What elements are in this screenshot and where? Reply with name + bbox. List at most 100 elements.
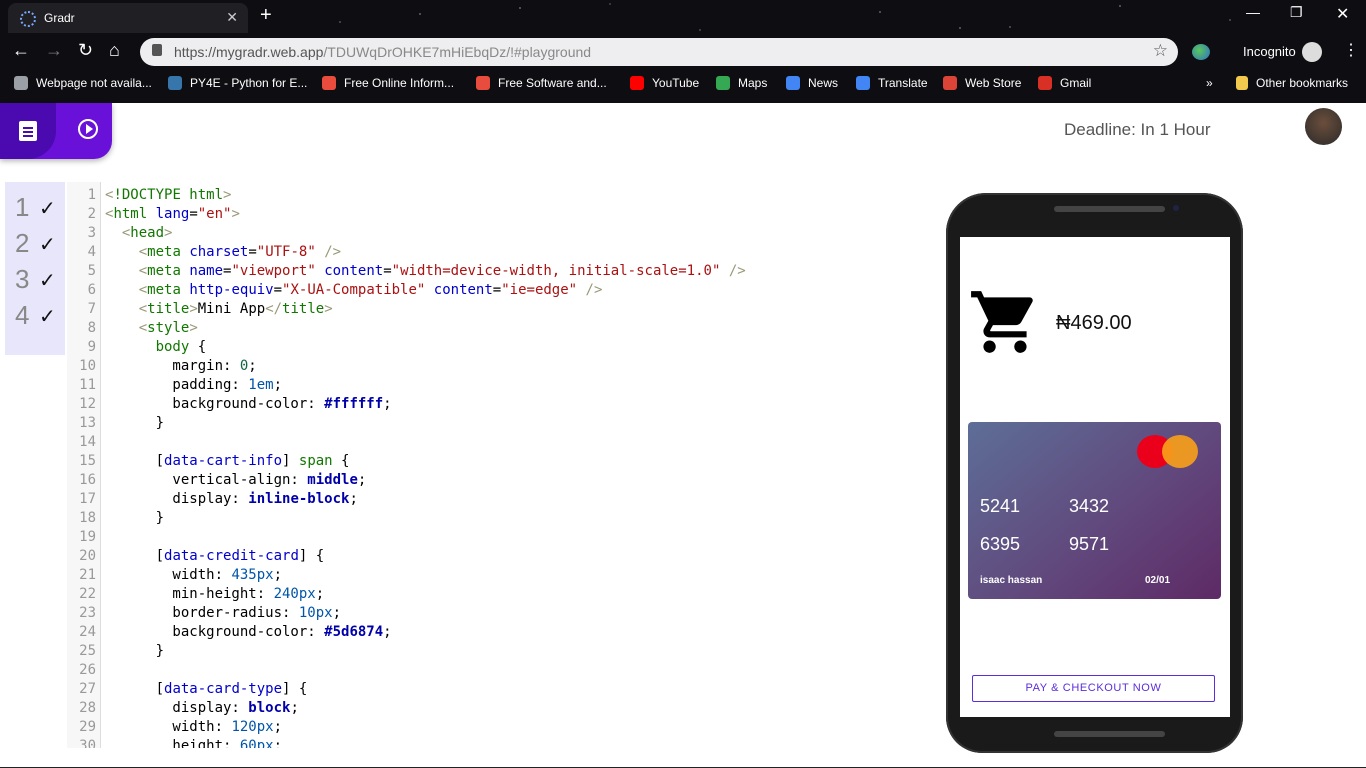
- phone-bottom-speaker: [1054, 731, 1165, 737]
- alison-icon: [476, 76, 490, 90]
- bookmark-item[interactable]: Free Online Inform...: [322, 76, 454, 90]
- tab-title: Gradr: [44, 11, 75, 25]
- line-number: 11: [79, 377, 96, 393]
- line-number: 8: [87, 320, 96, 336]
- line-number: 16: [79, 472, 96, 488]
- gradr-app: Deadline: In 1 Hour 1 ✓ 2 ✓ 3 ✓ 4 ✓ 1 2 3 4 5 6 7 8 9 10…: [0, 103, 1366, 768]
- mode-switcher: [0, 103, 112, 159]
- bookmark-item[interactable]: PY4E - Python for E...: [168, 76, 307, 90]
- webstore-icon: [943, 76, 957, 90]
- line-number: 2: [87, 206, 96, 222]
- line-number: 30: [79, 738, 96, 748]
- other-bookmarks[interactable]: Other bookmarks: [1236, 76, 1348, 90]
- check-icon: ✓: [39, 306, 56, 328]
- line-number: 27: [79, 681, 96, 697]
- credit-card: 5241 3432 6395 9571 isaac hassan 02/01: [968, 422, 1221, 599]
- checklist-item[interactable]: 1 ✓: [15, 192, 56, 223]
- close-tab-icon[interactable]: ✕: [226, 9, 238, 26]
- new-tab-icon[interactable]: +: [260, 4, 272, 27]
- pay-checkout-button[interactable]: PAY & CHECKOUT NOW: [972, 675, 1215, 702]
- line-number: 13: [79, 415, 96, 431]
- bookmark-item[interactable]: Web Store: [943, 76, 1021, 90]
- bookmark-item[interactable]: Webpage not availa...: [14, 76, 152, 90]
- back-icon[interactable]: ←: [12, 40, 30, 61]
- code-content[interactable]: <!DOCTYPE html> <html lang="en"> <head> …: [105, 186, 746, 748]
- line-number: 29: [79, 719, 96, 735]
- card-holder: isaac hassan: [980, 575, 1043, 586]
- minimize-icon[interactable]: —: [1246, 4, 1260, 20]
- deadline-label: Deadline: In 1 Hour: [1064, 120, 1211, 139]
- line-number: 17: [79, 491, 96, 507]
- bookmark-label: PY4E - Python for E...: [190, 76, 308, 90]
- maps-icon: [716, 76, 730, 90]
- phone-camera: [1173, 205, 1179, 211]
- home-icon[interactable]: ⌂: [109, 40, 120, 61]
- incognito-label: Incognito: [1243, 44, 1296, 59]
- restore-icon[interactable]: ❐: [1290, 4, 1303, 21]
- translate-icon: [856, 76, 870, 90]
- bookmark-item[interactable]: News: [786, 76, 838, 90]
- shopping-cart-icon: [971, 291, 1033, 353]
- line-number: 3: [87, 225, 96, 241]
- line-number: 1: [87, 187, 96, 203]
- gradr-favicon-icon: [20, 11, 36, 27]
- bookmark-item[interactable]: YouTube: [630, 76, 699, 90]
- checklist-item[interactable]: 4 ✓: [15, 300, 56, 331]
- line-number: 21: [79, 567, 96, 583]
- extension-icon[interactable]: [1192, 44, 1210, 60]
- close-window-icon[interactable]: ✕: [1336, 4, 1349, 24]
- bookmark-item[interactable]: Translate: [856, 76, 928, 90]
- mastercard-logo-icon: [1162, 435, 1198, 468]
- line-number: 18: [79, 510, 96, 526]
- python-icon: [168, 76, 182, 90]
- bookmark-label: News: [808, 76, 839, 90]
- line-number: 12: [79, 396, 96, 412]
- line-number: 22: [79, 586, 96, 602]
- bookmark-label: Free Software and...: [498, 76, 607, 90]
- bookmarks-overflow[interactable]: »: [1206, 76, 1213, 90]
- line-number-gutter: 1 2 3 4 5 6 7 8 9 10 11 12 13 14 15 16 17 18 19 20 21 22 23 24 2…: [67, 182, 101, 748]
- clipboard-icon: [19, 121, 37, 141]
- task-number: 3: [15, 264, 30, 294]
- bookmark-label: YouTube: [652, 76, 700, 90]
- incognito-icon[interactable]: [1302, 42, 1322, 62]
- bookmark-label: Web Store: [965, 76, 1022, 90]
- lock-icon: [152, 44, 162, 56]
- play-icon[interactable]: [78, 119, 98, 139]
- task-number: 4: [15, 300, 30, 330]
- alison-icon: [322, 76, 336, 90]
- browser-tab[interactable]: Gradr ✕: [8, 3, 248, 33]
- news-icon: [786, 76, 800, 90]
- youtube-icon: [630, 76, 644, 90]
- cart-total: ₦469.00: [1056, 312, 1132, 334]
- menu-icon[interactable]: ⋮: [1343, 40, 1359, 60]
- line-number: 24: [79, 624, 96, 640]
- bookmark-item[interactable]: Gmail: [1038, 76, 1091, 90]
- other-bookmarks-label: Other bookmarks: [1256, 76, 1349, 90]
- task-number: 2: [15, 228, 30, 258]
- code-editor[interactable]: 1 2 3 4 5 6 7 8 9 10 11 12 13 14 15 16 17 18 19 20 21 22 23 24 2…: [67, 182, 927, 748]
- url-text[interactable]: https://mygradr.web.app/TDUWqDrOHKE7mHiE…: [174, 44, 591, 60]
- task-checklist: 1 ✓ 2 ✓ 3 ✓ 4 ✓: [5, 182, 65, 355]
- card-expiry: 02/01: [1145, 575, 1171, 586]
- tasks-tab[interactable]: [0, 103, 56, 159]
- checklist-item[interactable]: 2 ✓: [15, 228, 56, 259]
- task-number: 1: [15, 192, 30, 222]
- user-avatar[interactable]: [1305, 108, 1342, 145]
- address-bar[interactable]: https://mygradr.web.app/TDUWqDrOHKE7mHiE…: [140, 38, 1178, 66]
- line-number: 6: [87, 282, 96, 298]
- card-number-group: 5241: [980, 496, 1021, 516]
- bookmark-item[interactable]: Maps: [716, 76, 767, 90]
- bookmark-item[interactable]: Free Software and...: [476, 76, 607, 90]
- forward-icon[interactable]: →: [45, 40, 63, 61]
- browser-toolbar: ← → ↻ ⌂ https://mygradr.web.app/TDUWqDrO…: [0, 34, 1366, 70]
- bookmark-label: Translate: [878, 76, 928, 90]
- line-number: 14: [79, 434, 96, 450]
- checklist-item[interactable]: 3 ✓: [15, 264, 56, 295]
- preview-screen: ₦469.00 5241 3432 6395 9571 isaac hassan…: [960, 237, 1230, 717]
- line-number: 4: [87, 244, 96, 260]
- reload-icon[interactable]: ↻: [78, 40, 93, 61]
- bookmark-star-icon[interactable]: ☆: [1153, 41, 1168, 61]
- card-number-group: 3432: [1069, 496, 1110, 516]
- line-number: 28: [79, 700, 96, 716]
